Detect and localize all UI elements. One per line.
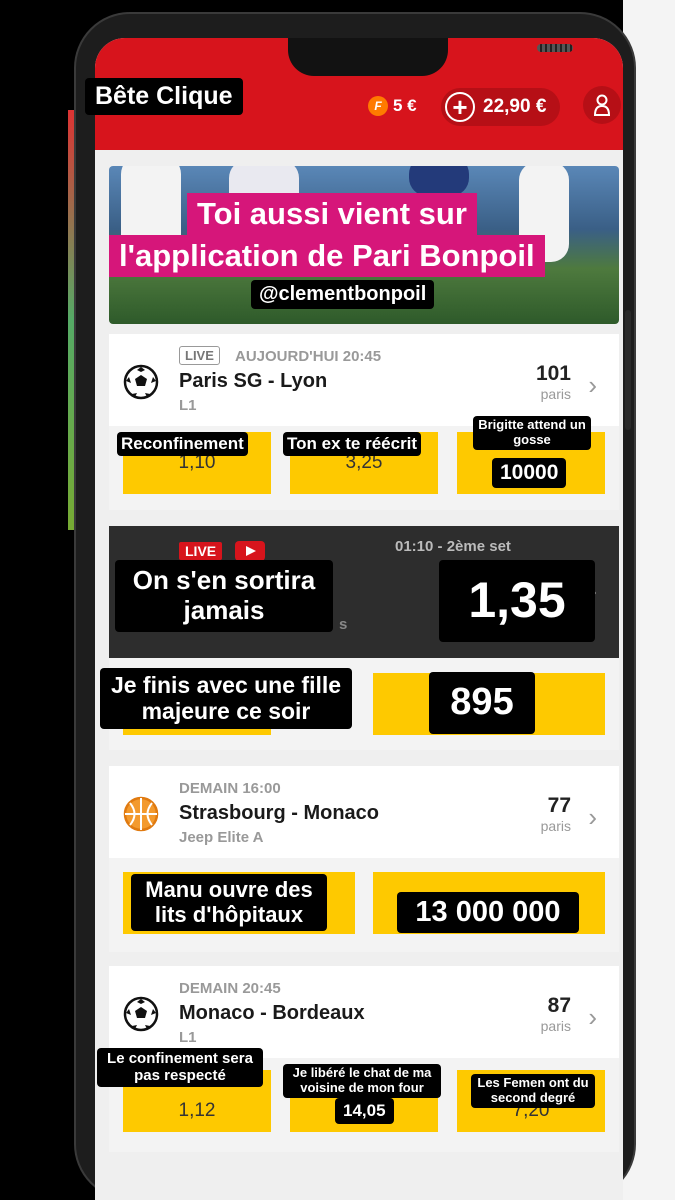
match-teams-suffix: s (339, 616, 348, 633)
big-odd-value: 1,35 (439, 560, 595, 642)
odd-value: 13 000 000 (397, 892, 579, 934)
match-time: AUJOURD'HUI 20:45 (235, 348, 382, 365)
video-stream-icon (235, 541, 265, 561)
promo-banner[interactable]: Toi aussi vient sur l'application de Par… (109, 166, 619, 324)
live-tag: LIVE (179, 542, 223, 560)
freebet-amount: 5 € (393, 96, 417, 115)
speaker-grille (537, 44, 573, 52)
banner-title-line2: l'application de Pari Bonpoil (109, 235, 545, 277)
match-league: Jeep Elite A (179, 829, 264, 846)
freebet-icon: F (368, 96, 388, 116)
user-icon (593, 94, 611, 116)
odd-label: Le confinement sera pas respecté (97, 1048, 263, 1087)
odd-value: 14,05 (335, 1098, 394, 1124)
live-tag: LIVE (179, 346, 220, 365)
soccer-ball-icon (123, 364, 159, 400)
app-brand: Bête Clique (85, 78, 243, 115)
match-card[interactable]: DEMAIN 20:45 Monaco - Bordeaux L1 87 par… (97, 966, 619, 1152)
match-card[interactable]: DEMAIN 16:00 Strasbourg - Monaco Jeep El… (109, 766, 619, 952)
match-league: L1 (179, 397, 197, 414)
banner-handle: @clementbonpoil (251, 280, 435, 309)
match-league: L1 (179, 1029, 197, 1046)
odd-value: 1,12 (178, 1100, 216, 1121)
basketball-icon (123, 796, 159, 832)
match-teams: On s'en sortira jamais (115, 560, 333, 632)
chevron-right-icon: › (588, 802, 597, 832)
user-account-button[interactable] (583, 86, 621, 124)
bets-count: 101 (535, 362, 571, 385)
phone-side-button (625, 310, 631, 430)
match-teams: Monaco - Bordeaux (179, 1002, 365, 1024)
bets-label: paris (540, 1018, 571, 1034)
match-card[interactable]: LIVE AUJOURD'HUI 20:45 Paris SG - Lyon L… (109, 334, 619, 510)
odd-label: Reconfinement (117, 432, 248, 456)
freebet-badge[interactable]: F 5 € (368, 96, 417, 116)
bets-label: paris (540, 386, 571, 402)
chevron-right-icon: › (588, 1002, 597, 1032)
odd-label: Je finis avec une fille majeure ce soir (100, 668, 352, 729)
banner-player (409, 166, 469, 196)
banner-title-line1: Toi aussi vient sur (187, 193, 477, 235)
match-time: DEMAIN 16:00 (179, 780, 281, 797)
bets-count: 77 (547, 794, 571, 817)
odd-label: Les Femen ont du second degré (471, 1074, 595, 1108)
match-time: 01:10 - 2ème set (395, 538, 511, 555)
odd-label: Je libéré le chat de ma voisine de mon f… (283, 1064, 441, 1098)
bets-label: paris (540, 818, 571, 834)
odd-label: Ton ex te réécrit (283, 432, 422, 456)
odd-label: Manu ouvre des lits d'hôpitaux (131, 874, 327, 931)
match-time: DEMAIN 20:45 (179, 980, 281, 997)
match-teams: Strasbourg - Monaco (179, 802, 380, 824)
odd-label: Brigitte attend un gosse (473, 416, 591, 450)
bets-count: 87 (547, 994, 571, 1017)
match-teams: Paris SG - Lyon (179, 370, 328, 392)
plus-icon: + (445, 92, 475, 122)
live-match-card[interactable]: LIVE 01:10 - 2ème set › On s'en sortira … (109, 526, 619, 658)
odd-value: 895 (429, 672, 535, 734)
phone-notch (288, 38, 573, 76)
odd-value: 10000 (492, 458, 567, 489)
chevron-right-icon: › (588, 370, 597, 400)
app-screen: F 5 € + 22,90 € Toi aussi vient sur l'ap… (95, 38, 623, 1200)
soccer-ball-icon (123, 996, 159, 1032)
balance-button[interactable]: + 22,90 € (441, 88, 561, 126)
balance-amount: 22,90 € (483, 96, 547, 117)
